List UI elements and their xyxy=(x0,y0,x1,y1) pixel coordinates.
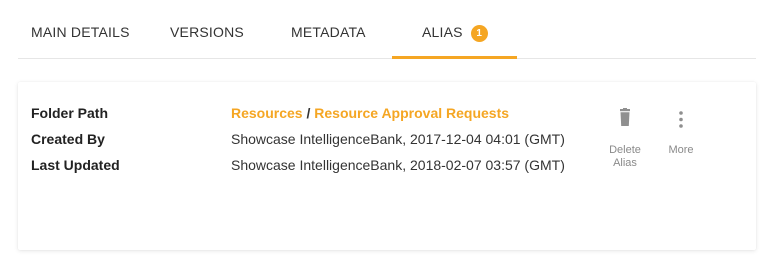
tab-label: MAIN DETAILS xyxy=(31,24,130,40)
alias-count-badge: 1 xyxy=(470,25,488,42)
folder-link-resources[interactable]: Resources xyxy=(231,105,303,121)
created-by-value: Showcase IntelligenceBank, 2017-12-04 04… xyxy=(231,131,565,147)
tab-metadata[interactable]: METADATA xyxy=(291,24,366,58)
tab-label: VERSIONS xyxy=(170,24,244,40)
created-by-label: Created By xyxy=(31,131,105,147)
detail-values: Resources / Resource Approval Requests S… xyxy=(231,104,565,182)
folder-path-value: Resources / Resource Approval Requests xyxy=(231,104,565,130)
more-label: More xyxy=(668,144,694,156)
delete-alias-label-line2: Alias xyxy=(613,157,637,169)
alias-card: Folder Path Created By Last Updated Reso… xyxy=(18,82,756,250)
last-updated-value: Showcase IntelligenceBank, 2018-02-07 03… xyxy=(231,157,565,173)
folder-path-label: Folder Path xyxy=(31,105,109,121)
detail-labels: Folder Path Created By Last Updated xyxy=(31,104,120,182)
alias-panel: MAIN DETAILS VERSIONS METADATA ALIAS 1 Fo… xyxy=(0,0,776,265)
tab-label: METADATA xyxy=(291,24,366,40)
path-separator: / xyxy=(306,105,311,121)
tab-bar: MAIN DETAILS VERSIONS METADATA ALIAS 1 xyxy=(18,0,756,59)
tab-label: ALIAS xyxy=(422,24,463,40)
trash-icon xyxy=(620,108,630,126)
more-button[interactable]: More xyxy=(656,108,706,157)
more-vertical-icon xyxy=(679,111,683,128)
last-updated-label: Last Updated xyxy=(31,157,120,173)
tab-alias[interactable]: ALIAS 1 xyxy=(392,24,517,59)
tab-versions[interactable]: VERSIONS xyxy=(170,24,244,58)
delete-alias-button[interactable]: Delete Alias xyxy=(600,108,650,170)
delete-alias-label-line1: Delete xyxy=(609,144,641,156)
tab-main-details[interactable]: MAIN DETAILS xyxy=(31,24,130,58)
folder-link-resource-approval-requests[interactable]: Resource Approval Requests xyxy=(314,105,509,121)
